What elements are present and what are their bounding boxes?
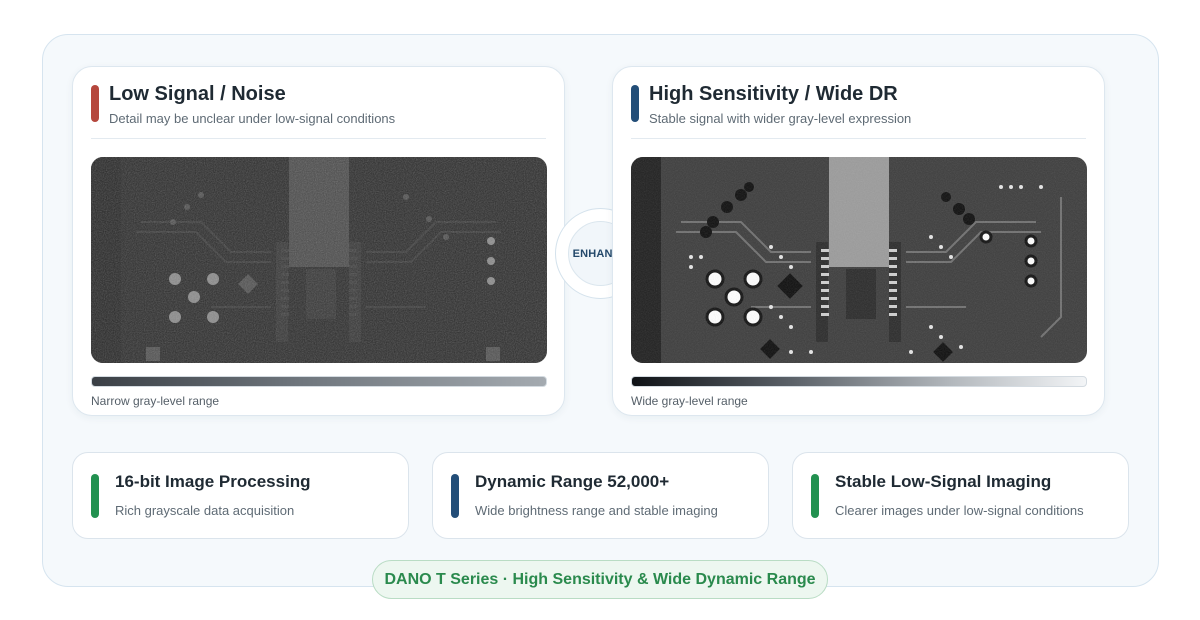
low-signal-pcb-image: [91, 157, 547, 363]
low-signal-panel: Low Signal / Noise Detail may be unclear…: [72, 66, 565, 416]
feature-description: Clearer images under low-signal conditio…: [835, 503, 1084, 518]
high-sensitivity-pcb-image: [631, 157, 1087, 363]
range-label: Narrow gray-level range: [91, 394, 220, 408]
range-label: Wide gray-level range: [631, 394, 748, 408]
accent-bar: [91, 474, 99, 518]
high-sensitivity-panel: High Sensitivity / Wide DR Stable signal…: [612, 66, 1105, 416]
panel-title: Low Signal / Noise: [109, 83, 286, 105]
panel-header: High Sensitivity / Wide DR Stable signal…: [631, 83, 1086, 139]
feature-description: Rich grayscale data acquisition: [115, 503, 295, 518]
accent-bar: [451, 474, 459, 518]
feature-card-dynamic-range: Dynamic Range 52,000+ Wide brightness ra…: [432, 452, 769, 539]
feature-title: Stable Low-Signal Imaging: [835, 472, 1052, 491]
panel-header: Low Signal / Noise Detail may be unclear…: [91, 83, 546, 139]
accent-bar: [91, 85, 99, 122]
panel-subtitle: Stable signal with wider gray-level expr…: [649, 111, 912, 126]
accent-bar: [631, 85, 639, 122]
feature-description: Wide brightness range and stable imaging: [475, 503, 718, 518]
feature-title: 16-bit Image Processing: [115, 472, 311, 491]
series-tagline: DANO T Series · High Sensitivity & Wide …: [372, 560, 828, 599]
feature-card-16bit: 16-bit Image Processing Rich grayscale d…: [72, 452, 409, 539]
wide-gray-range-bar: [631, 376, 1087, 387]
panel-title: High Sensitivity / Wide DR: [649, 83, 898, 105]
accent-bar: [811, 474, 819, 518]
feature-title: Dynamic Range 52,000+: [475, 472, 670, 491]
narrow-gray-range-bar: [91, 376, 547, 387]
panel-subtitle: Detail may be unclear under low-signal c…: [109, 111, 396, 126]
feature-card-low-signal: Stable Low-Signal Imaging Clearer images…: [792, 452, 1129, 539]
